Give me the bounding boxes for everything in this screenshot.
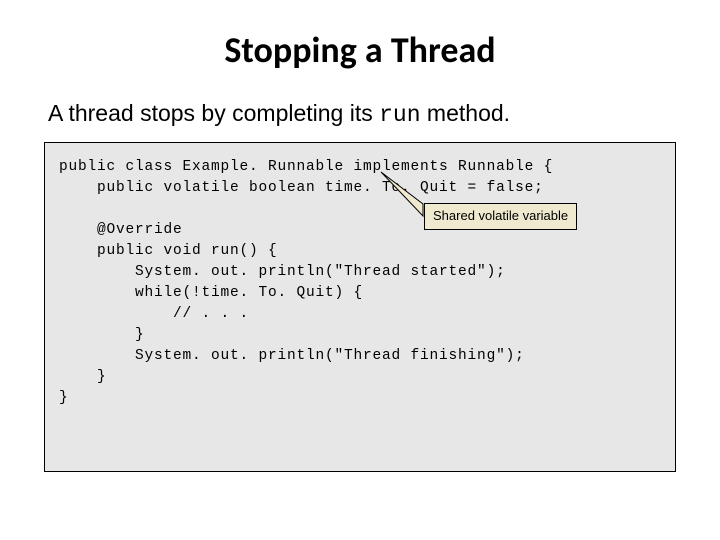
code-line: }	[59, 369, 107, 385]
subtitle-pre: A thread stops by completing its	[48, 100, 379, 126]
code-line: public void run() {	[59, 243, 278, 259]
code-line: public class Example. Runnable implement…	[59, 159, 553, 175]
subtitle-post: method.	[421, 100, 511, 126]
slide-subtitle: A thread stops by completing its run met…	[48, 100, 720, 128]
subtitle-code: run	[379, 102, 420, 128]
code-line: }	[59, 327, 145, 343]
code-line: System. out. println("Thread finishing")…	[59, 348, 525, 364]
callout-label: Shared volatile variable	[424, 203, 577, 230]
code-line: System. out. println("Thread started");	[59, 264, 506, 280]
code-line: }	[59, 390, 69, 406]
slide-title: Stopping a Thread	[0, 28, 720, 72]
code-line: // . . .	[59, 306, 249, 322]
code-line: public volatile boolean time. To. Quit =…	[59, 180, 544, 196]
code-line: while(!time. To. Quit) {	[59, 285, 363, 301]
code-line: @Override	[59, 222, 183, 238]
code-block: public class Example. Runnable implement…	[44, 142, 676, 472]
slide: Stopping a Thread A thread stops by comp…	[0, 0, 720, 540]
